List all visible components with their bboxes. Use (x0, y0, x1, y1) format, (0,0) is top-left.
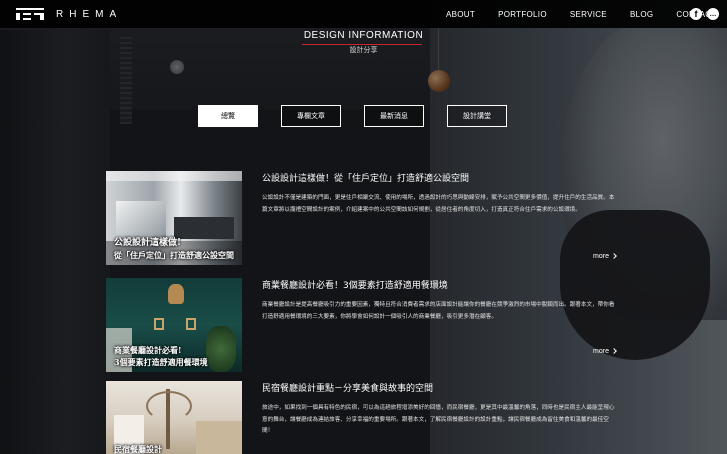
thumb-caption-line2: 3個要素打造舒適用餐環境 (114, 357, 208, 367)
section-heading: DESIGN INFORMATION 設計分享 (0, 30, 727, 55)
main-nav: ABOUT PORTFOLIO SERVICE BLOG CONTACT (446, 0, 727, 28)
post-thumbnail[interactable]: 民宿餐廳設計 (106, 381, 242, 454)
section-title-zh: 設計分享 (349, 46, 378, 54)
post-excerpt: 旅途中，如果找到一個具有特色的民宿，可以為這趟旅程增添美好的回憶，而民宿餐廳，更… (262, 405, 615, 434)
post-item: 商業餐廳設計必看! 3個要素打造舒適用餐環境 商業餐廳設計必看！3個要素打造舒適… (106, 278, 617, 372)
post-title[interactable]: 公設設計這樣做！從「住戶定位」打造舒適公設空間 (262, 171, 469, 184)
nav-blog[interactable]: BLOG (630, 10, 653, 19)
thumb-caption-line1: 民宿餐廳設計 (114, 444, 162, 454)
nav-about[interactable]: ABOUT (446, 10, 475, 19)
post-title[interactable]: 民宿餐廳設計重點－分享美食與故事的空間 (262, 381, 433, 394)
site-header: RHEMA ABOUT PORTFOLIO SERVICE BLOG CONTA… (0, 0, 727, 28)
facebook-icon[interactable]: f (690, 8, 702, 20)
logo-text: RHEMA (56, 8, 123, 20)
tab-overview[interactable]: 總覽 (198, 105, 258, 127)
tab-news[interactable]: 最新消息 (364, 105, 424, 127)
thumb-caption-line1: 商業餐廳設計必看! (114, 345, 182, 355)
logo-mark-icon (16, 8, 44, 20)
category-tabs: 總覽 專欄文章 最新消息 設計講堂 (0, 105, 727, 127)
more-label: more (593, 348, 609, 355)
chevron-right-icon (611, 348, 617, 354)
more-link[interactable]: more (593, 348, 617, 355)
section-title-en: DESIGN INFORMATION (303, 30, 424, 41)
chevron-right-icon (611, 253, 617, 259)
more-label: more (593, 253, 609, 260)
nav-service[interactable]: SERVICE (570, 10, 607, 19)
nav-portfolio[interactable]: PORTFOLIO (498, 10, 547, 19)
tab-columns[interactable]: 專欄文章 (281, 105, 341, 127)
more-link[interactable]: more (593, 253, 617, 260)
logo[interactable]: RHEMA (16, 8, 122, 20)
post-thumbnail[interactable]: 商業餐廳設計必看! 3個要素打造舒適用餐環境 (106, 278, 242, 372)
thumb-caption-line1: 公設設計這樣做! (114, 238, 181, 248)
post-item: 民宿餐廳設計 民宿餐廳設計重點－分享美食與故事的空間 旅途中，如果找到一個具有特… (106, 381, 616, 454)
line-icon[interactable]: … (707, 8, 719, 20)
post-excerpt: 公設設計不僅是建築的門面，更是住戶相聚交流、使用的場所，透過設計的巧思與動線安排… (262, 195, 615, 213)
thumb-caption-line2: 從「住戶定位」打造舒適公設空間 (114, 250, 234, 260)
section-title-underline (302, 44, 422, 45)
post-excerpt: 商業餐廳設計是提高餐廳吸引力的重要因素，獨特且符合消費者需求的店面設計能讓你的餐… (262, 302, 615, 320)
post-item: 公設設計這樣做! 從「住戶定位」打造舒適公設空間 公設設計這樣做！從「住戶定位」… (106, 171, 617, 265)
post-title[interactable]: 商業餐廳設計必看！3個要素打造舒適用餐環境 (262, 278, 448, 291)
post-thumbnail[interactable]: 公設設計這樣做! 從「住戶定位」打造舒適公設空間 (106, 171, 242, 265)
tab-design-lecture[interactable]: 設計講堂 (447, 105, 507, 127)
